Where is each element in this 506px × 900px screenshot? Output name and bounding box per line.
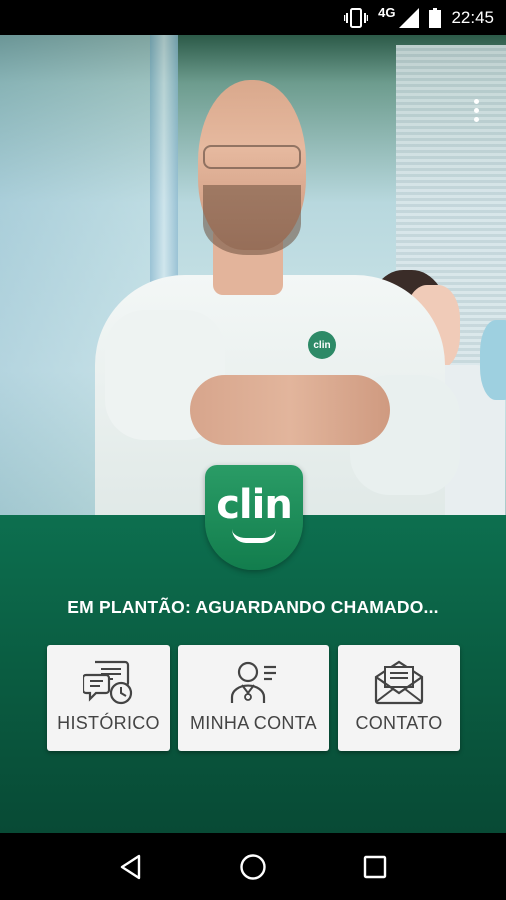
my-account-button[interactable]: MINHA CONTA bbox=[178, 645, 329, 751]
signal-icon bbox=[399, 7, 420, 28]
clock: 22:45 bbox=[451, 7, 494, 27]
contact-button[interactable]: CONTATO bbox=[338, 645, 460, 751]
vibrate-icon bbox=[344, 7, 369, 28]
app-logo: clin bbox=[205, 465, 303, 570]
history-label: HISTÓRICO bbox=[57, 713, 160, 733]
status-bar: 4G 22:45 bbox=[0, 0, 506, 35]
history-button[interactable]: HISTÓRICO bbox=[47, 645, 170, 751]
home-icon[interactable] bbox=[233, 847, 273, 887]
contact-mail-icon bbox=[373, 657, 425, 707]
history-icon bbox=[82, 657, 135, 707]
on-duty-status: EM PLANTÃO: AGUARDANDO CHAMADO... bbox=[67, 597, 439, 617]
account-icon bbox=[228, 657, 280, 707]
dentist-photo: clin bbox=[95, 75, 460, 515]
my-account-label: MINHA CONTA bbox=[190, 713, 317, 733]
battery-icon bbox=[429, 7, 442, 28]
system-nav-bar bbox=[0, 833, 506, 900]
logo-text: clin bbox=[216, 481, 293, 528]
recents-icon[interactable] bbox=[355, 847, 395, 887]
coat-logo-badge: clin bbox=[308, 331, 336, 359]
logo-smile-icon bbox=[232, 529, 276, 543]
hero-image: clin bbox=[0, 35, 506, 515]
contact-label: CONTATO bbox=[355, 713, 443, 733]
network-type-label: 4G bbox=[378, 5, 396, 20]
back-icon[interactable] bbox=[111, 847, 151, 887]
overflow-menu-icon[interactable] bbox=[462, 93, 490, 127]
